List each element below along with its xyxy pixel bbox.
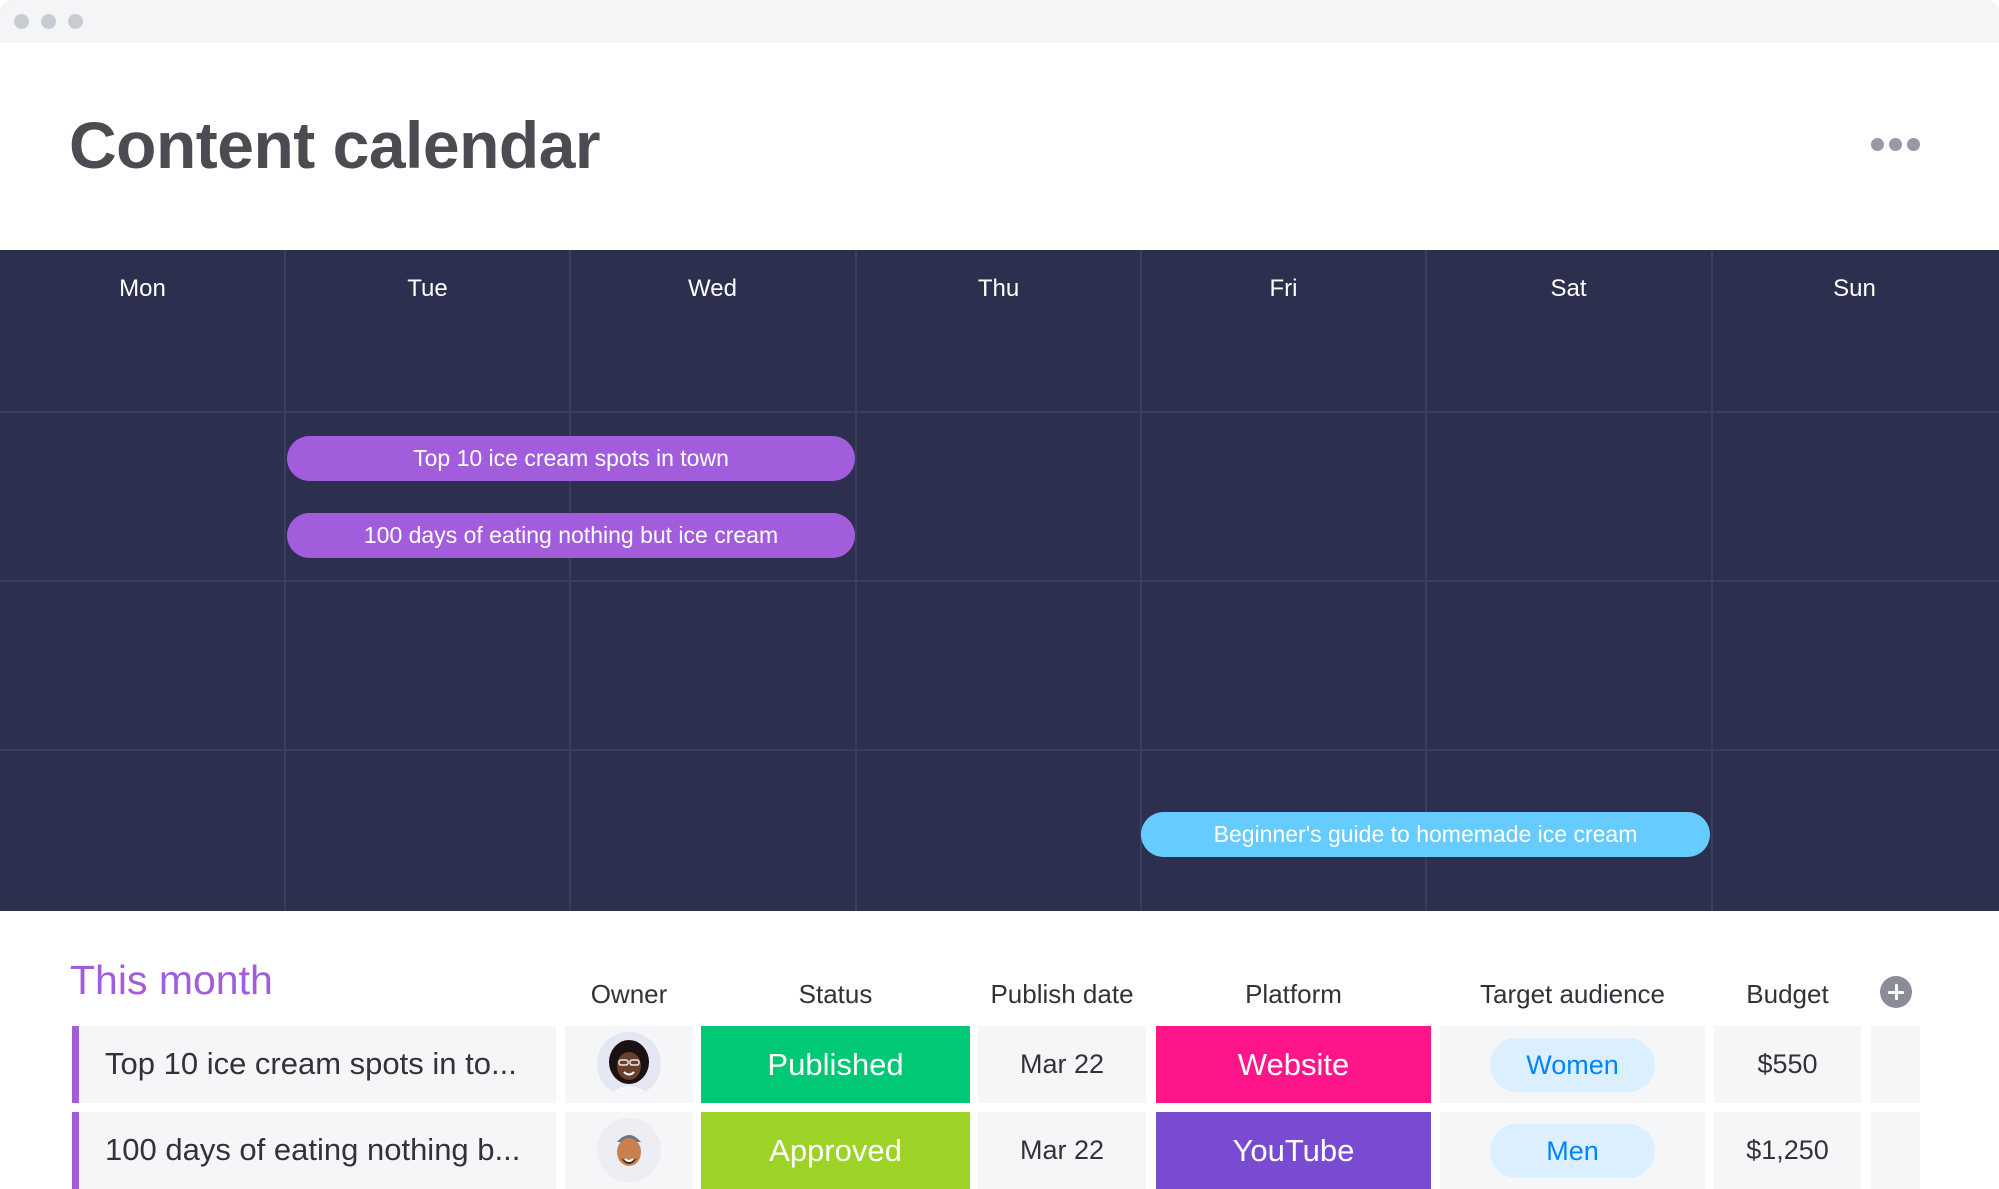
target-audience-cell: Women [1440, 1026, 1705, 1103]
publish-date: Mar 22 [1019, 1049, 1105, 1079]
item-name-cell[interactable]: 100 days of eating nothing b... [79, 1112, 556, 1189]
more-horizontal-icon-dot [1907, 138, 1920, 151]
day-header-mon: Mon [119, 275, 166, 302]
target-audience-tag[interactable]: Women [1490, 1038, 1655, 1092]
more-options-button[interactable] [1871, 137, 1921, 153]
calendar-event[interactable]: Top 10 ice cream spots in town [287, 436, 855, 481]
group-title[interactable]: This month [70, 955, 273, 1005]
add-column-button[interactable] [1880, 976, 1912, 1008]
window-titlebar [0, 0, 1999, 43]
column-header-status[interactable]: Status [701, 978, 970, 1010]
empty-cell [1871, 1112, 1920, 1189]
grid-line [0, 580, 1999, 582]
column-header-owner[interactable]: Owner [565, 978, 693, 1010]
target-audience-cell: Men [1440, 1112, 1705, 1189]
day-header-sat: Sat [1550, 275, 1587, 302]
target-audience-tag[interactable]: Men [1490, 1124, 1655, 1178]
avatar [597, 1032, 661, 1096]
window-close-dot[interactable] [14, 14, 29, 29]
row-accent-bar [72, 1112, 79, 1189]
status-badge[interactable]: Approved [701, 1112, 970, 1189]
owner-cell[interactable] [565, 1112, 693, 1189]
owner-cell[interactable] [565, 1026, 693, 1103]
day-header-tue: Tue [407, 275, 448, 302]
day-header-thu: Thu [977, 275, 1020, 302]
platform-badge[interactable]: YouTube [1156, 1112, 1431, 1189]
column-header-platform[interactable]: Platform [1156, 978, 1431, 1010]
avatar [597, 1118, 661, 1182]
window-minimize-dot[interactable] [41, 14, 56, 29]
item-name: 100 days of eating nothing b... [105, 1132, 521, 1167]
budget-value: $1,250 [1746, 1135, 1829, 1165]
grid-line [0, 749, 1999, 751]
window-maximize-dot[interactable] [68, 14, 83, 29]
publish-date-cell[interactable]: Mar 22 [978, 1026, 1146, 1103]
budget-cell[interactable]: $1,250 [1714, 1112, 1861, 1189]
more-horizontal-icon-dot [1889, 138, 1902, 151]
calendar-event[interactable]: Beginner's guide to homemade ice cream [1141, 812, 1710, 857]
column-header-target-audience[interactable]: Target audience [1440, 978, 1705, 1010]
calendar-event[interactable]: 100 days of eating nothing but ice cream [287, 513, 855, 558]
more-horizontal-icon [1871, 138, 1884, 151]
publish-date: Mar 22 [1019, 1135, 1105, 1165]
platform-badge[interactable]: Website [1156, 1026, 1431, 1103]
page-title: Content calendar [69, 108, 601, 182]
day-header-fri: Fri [1269, 275, 1298, 302]
item-name: Top 10 ice cream spots in to... [105, 1046, 517, 1081]
publish-date-cell[interactable]: Mar 22 [978, 1112, 1146, 1189]
avatar-woman-glasses [597, 1032, 661, 1096]
status-badge[interactable]: Published [701, 1026, 970, 1103]
avatar-man-cap [597, 1118, 661, 1182]
budget-value: $550 [1757, 1049, 1818, 1079]
row-accent-bar [72, 1026, 79, 1103]
day-header-sun: Sun [1833, 275, 1876, 302]
empty-cell [1871, 1026, 1920, 1103]
column-header-publish-date[interactable]: Publish date [978, 978, 1146, 1010]
column-header-budget[interactable]: Budget [1714, 978, 1861, 1010]
item-name-cell[interactable]: Top 10 ice cream spots in to... [79, 1026, 556, 1103]
budget-cell[interactable]: $550 [1714, 1026, 1861, 1103]
grid-line [0, 411, 1999, 413]
calendar-grid: Mon Tue Wed Thu Fri Sat Sun Top 10 ice c… [0, 250, 1999, 911]
day-header-wed: Wed [688, 275, 737, 302]
